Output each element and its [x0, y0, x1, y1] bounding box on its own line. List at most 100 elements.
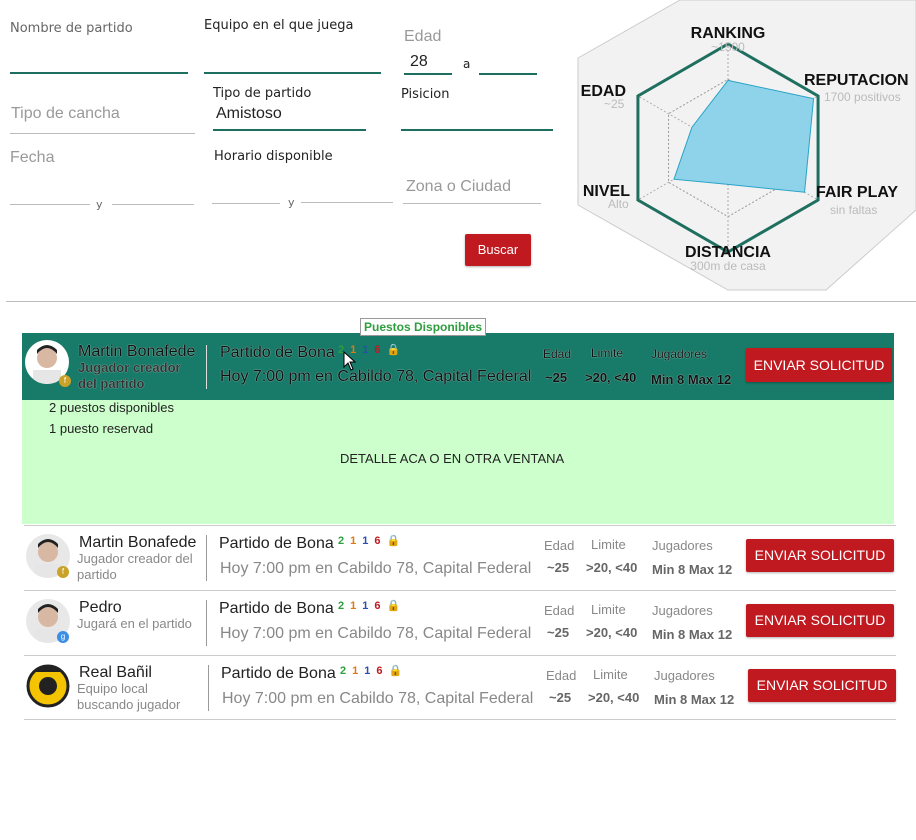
equipo-label: Equipo en el que juega — [204, 18, 354, 33]
edad-value: ~25 — [549, 690, 572, 705]
send-request-button[interactable]: ENVIAR SOLICITUD — [746, 539, 894, 572]
nombre-partido-input[interactable] — [10, 72, 188, 74]
vertical-separator — [208, 665, 209, 711]
row-top-border — [24, 590, 896, 591]
limite-header: Limite — [591, 346, 624, 360]
count-confirmed: 6 — [374, 600, 381, 612]
send-request-button[interactable]: ENVIAR SOLICITUD — [746, 348, 892, 382]
mouse-cursor-icon — [343, 351, 357, 371]
tooltip-puestos: Puestos Disponibles — [360, 318, 487, 336]
lock-icon: 🔒 — [386, 600, 401, 612]
send-request-button[interactable]: ENVIAR SOLICITUD — [746, 604, 894, 637]
radar-axis-sublabel: ~1500 — [711, 40, 745, 54]
count-available: 2 — [338, 600, 345, 612]
limite-value: >20, <40 — [588, 690, 640, 705]
match-title: Partido de Bona — [221, 665, 336, 682]
count-available: 2 — [338, 535, 345, 547]
lock-icon: 🔒 — [386, 535, 401, 547]
radar-axis-sublabel: Alto — [608, 197, 629, 211]
player-role: Equipo local buscando jugador — [77, 681, 181, 712]
limite-value: >20, <40 — [586, 560, 638, 575]
jugadores-value: Min 8 Max 12 — [654, 692, 735, 707]
vertical-separator — [206, 600, 207, 646]
count-reserved: 1 — [350, 600, 357, 612]
google-plus-icon: g — [57, 631, 69, 643]
player-role: Jugará en el partido — [77, 616, 192, 631]
detail-available: 2 puestos disponibles — [49, 400, 175, 415]
detail-reserved: 1 puesto reservad — [49, 421, 154, 436]
list-item[interactable]: g Pedro Jugará en el partido Partido de … — [24, 590, 896, 654]
edad-value: ~25 — [545, 370, 568, 385]
edad-min-input[interactable]: 28 — [410, 53, 428, 71]
limite-header: Limite — [593, 667, 628, 682]
edad-value: ~25 — [547, 560, 570, 575]
posicion-input[interactable] — [401, 129, 553, 131]
radar-axis-sublabel: 300m de casa — [690, 259, 766, 273]
tipo-partido-input[interactable]: Amistoso — [216, 105, 282, 123]
match-when: Hoy 7:00 pm en Cabildo 78, Capital Feder… — [222, 690, 534, 707]
player-name: Martin Bonafede — [78, 343, 196, 360]
slot-counts: 2 1 1 6 🔒 — [340, 661, 402, 679]
section-divider — [6, 301, 916, 302]
edad-value: ~25 — [547, 625, 570, 640]
count-available: 2 — [340, 665, 347, 677]
edad-min-underline — [404, 73, 452, 75]
radar-axis-sublabel: 1700 positivos — [824, 90, 901, 104]
lock-icon: 🔒 — [386, 344, 401, 356]
avatar — [26, 664, 70, 708]
count-confirmed: 6 — [376, 665, 383, 677]
edad-header: Edad — [544, 538, 575, 553]
radar-axis-label: FAIR PLAY — [816, 184, 898, 201]
tipo-cancha-input[interactable]: Tipo de cancha — [11, 105, 120, 123]
count-confirmed: 6 — [374, 344, 381, 356]
jugadores-header: Jugadores — [652, 603, 713, 618]
list-item[interactable]: f Martin Bonafede Jugador creador del pa… — [24, 525, 896, 589]
horario-y-label: y — [288, 196, 295, 209]
jugadores-header: Jugadores — [651, 347, 708, 361]
horario-to-input[interactable] — [301, 202, 393, 203]
expanded-row-detail: 2 puestos disponibles 1 puesto reservad … — [22, 400, 894, 524]
football-badge-icon: f — [57, 566, 69, 578]
player-name: Martin Bonafede — [79, 534, 197, 551]
match-when: Hoy 7:00 pm en Cabildo 78, Capital Feder… — [220, 368, 532, 385]
lock-icon: 🔒 — [388, 665, 403, 677]
limite-header: Limite — [591, 537, 626, 552]
edad-label: Edad — [404, 28, 442, 45]
tipo-partido-label: Tipo de partido — [213, 86, 312, 101]
jugadores-header: Jugadores — [652, 538, 713, 553]
nombre-partido-label: Nombre de partido — [10, 21, 133, 36]
count-pending: 1 — [362, 535, 369, 547]
slot-counts: 2 1 1 6 🔒 — [338, 531, 400, 549]
count-pending: 1 — [364, 665, 371, 677]
list-item[interactable]: Real Bañil Equipo local buscando jugador… — [24, 655, 896, 719]
jugadores-value: Min 8 Max 12 — [652, 562, 733, 577]
horario-label: Horario disponible — [214, 149, 333, 164]
count-pending: 1 — [362, 600, 369, 612]
match-title: Partido de Bona — [219, 600, 334, 617]
fecha-from-input[interactable] — [10, 204, 90, 205]
radar-chart: RANKING~1500REPUTACION1700 positivosFAIR… — [577, 0, 916, 291]
row-top-border — [24, 655, 896, 656]
slot-counts: 2 1 1 6 🔒 — [338, 596, 400, 614]
edad-a-label: a — [463, 57, 471, 71]
radar-axis-sublabel: ~25 — [604, 97, 625, 111]
edad-header: Edad — [546, 668, 577, 683]
player-role: Jugador creador del partido — [78, 360, 181, 391]
expanded-row-header[interactable]: f Martin Bonafede Jugador creador del pa… — [22, 333, 894, 400]
radar-axis-sublabel: sin faltas — [830, 203, 877, 217]
fecha-to-input[interactable] — [112, 204, 194, 205]
equipo-input[interactable] — [204, 72, 381, 74]
player-name: Real Bañil — [79, 664, 152, 681]
edad-header: Edad — [544, 603, 575, 618]
horario-from-input[interactable] — [212, 203, 280, 204]
buscar-button[interactable]: Buscar — [465, 234, 531, 266]
radar-axis-label: REPUTACION — [804, 72, 909, 89]
limite-header: Limite — [591, 602, 626, 617]
zona-input[interactable]: Zona o Ciudad — [406, 178, 511, 196]
match-title: Partido de Bona — [219, 535, 334, 552]
edad-max-input[interactable] — [479, 73, 537, 75]
jugadores-header: Jugadores — [654, 668, 715, 683]
player-role: Jugador creador del partido — [77, 551, 193, 582]
send-request-button[interactable]: ENVIAR SOLICITUD — [748, 669, 896, 702]
count-reserved: 1 — [350, 535, 357, 547]
